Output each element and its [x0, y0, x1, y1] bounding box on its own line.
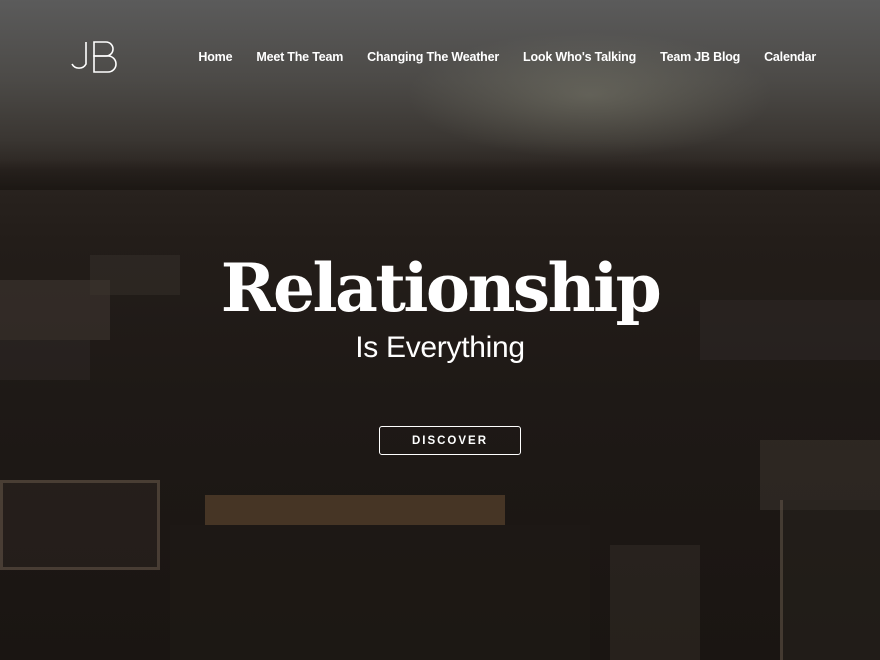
nav-item-team-jb-blog[interactable]: Team JB Blog: [660, 50, 740, 64]
city-building: [780, 500, 880, 660]
nav-item-home[interactable]: Home: [198, 50, 232, 64]
city-building: [610, 545, 700, 660]
nav-item-look-whos-talking[interactable]: Look Who's Talking: [523, 50, 636, 64]
hero-headline: Relationship: [220, 249, 662, 327]
nav-item-meet-the-team[interactable]: Meet The Team: [256, 50, 343, 64]
nav-item-calendar[interactable]: Calendar: [764, 50, 816, 64]
jb-logo-icon: [71, 41, 117, 73]
main-nav: Home Meet The Team Changing The Weather …: [198, 50, 816, 64]
hero-subheadline: Is Everything: [355, 331, 525, 364]
city-building: [205, 495, 505, 525]
discover-button[interactable]: DISCOVER: [379, 426, 521, 455]
nav-item-changing-the-weather[interactable]: Changing The Weather: [367, 50, 499, 64]
city-building: [0, 480, 160, 570]
city-building: [170, 525, 590, 660]
site-logo[interactable]: [70, 40, 122, 74]
horizon-shade: [0, 160, 880, 190]
